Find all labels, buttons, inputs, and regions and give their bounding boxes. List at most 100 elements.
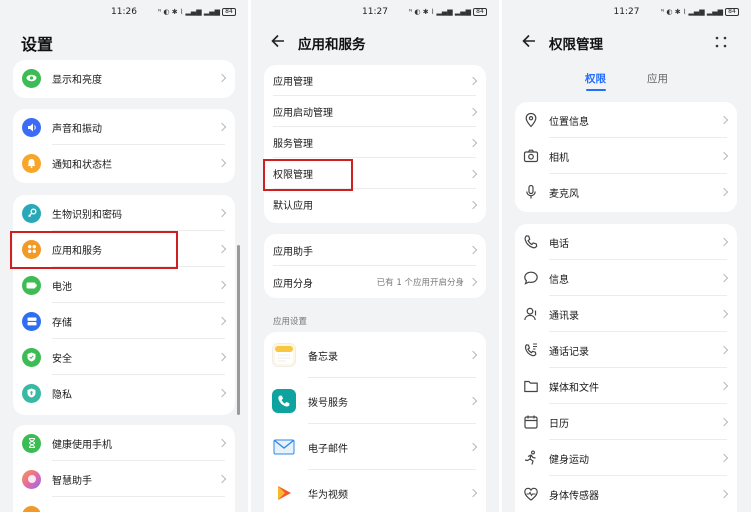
menu-item-default-apps[interactable]: 默认应用 (264, 189, 486, 220)
chevron-right-icon (217, 73, 227, 83)
permission-item-body-sensors[interactable]: 身体传感器 (515, 476, 737, 512)
back-arrow-icon[interactable] (522, 34, 536, 48)
permission-card-primary: 位置信息 相机 麦克风 (515, 102, 737, 212)
permission-item-location[interactable]: 位置信息 (515, 102, 737, 138)
settings-item-storage[interactable]: 存储 (13, 303, 235, 339)
chevron-right-icon (719, 345, 729, 355)
video-app-icon (272, 481, 296, 505)
permission-card-secondary: 电话 信息 通讯录 通话记录 媒体和文件 日历 健身运动 身体传感器 (515, 224, 737, 512)
chevron-right-icon (217, 122, 227, 132)
app-item-label: 备忘录 (308, 351, 338, 363)
settings-item-smart-assistant[interactable]: 智慧助手 (13, 461, 235, 497)
chevron-right-icon (468, 107, 478, 116)
permission-item-microphone[interactable]: 麦克风 (515, 174, 737, 210)
location-icon (525, 112, 537, 128)
settings-item-label: 隐私 (52, 389, 72, 401)
chevron-right-icon (719, 309, 729, 319)
permission-item-contacts[interactable]: 通讯录 (515, 296, 737, 332)
permission-item-label: 健身运动 (549, 454, 589, 466)
battery-icon (22, 275, 41, 295)
chevron-right-icon (719, 151, 729, 161)
apps-card-management: 应用管理 应用启动管理 服务管理 权限管理 默认应用 (264, 65, 486, 223)
page-title: 应用和服务 (298, 37, 366, 53)
menu-item-app-management[interactable]: 应用管理 (264, 65, 486, 96)
permission-item-phone[interactable]: 电话 (515, 224, 737, 260)
chevron-right-icon (468, 396, 478, 406)
settings-screen: 11:26 ᴺ ◐ ✱ ⌇ ▂▄▆ ▂▄▆ 84 设置 显示和亮度 声音和振动 (0, 0, 248, 512)
settings-card-system: 生物识别和密码 应用和服务 电池 存储 安全 隐私 (13, 195, 235, 415)
phone-icon (524, 235, 538, 249)
settings-item-display[interactable]: 显示和亮度 (13, 60, 235, 96)
menu-item-label: 应用管理 (273, 77, 313, 88)
settings-item-apps-services[interactable]: 应用和服务 (13, 231, 235, 267)
menu-item-app-assistant[interactable]: 应用助手 (264, 234, 486, 266)
eye-icon (22, 68, 41, 88)
chevron-right-icon (217, 438, 227, 448)
message-icon (524, 271, 538, 285)
key-icon (22, 203, 41, 223)
menu-item-service-management[interactable]: 服务管理 (264, 127, 486, 158)
permission-item-label: 相机 (549, 152, 569, 164)
app-item-notes[interactable]: 备忘录 (264, 332, 486, 378)
settings-item-label: 应用和服务 (52, 245, 102, 257)
permission-item-label: 麦克风 (549, 188, 579, 200)
chevron-right-icon (468, 488, 478, 498)
chevron-right-icon (719, 115, 729, 125)
partial-item-icon (22, 505, 41, 512)
app-item-dialer[interactable]: 拨号服务 (264, 378, 486, 424)
permission-item-label: 通讯录 (549, 310, 579, 322)
settings-item-label: 通知和状态栏 (52, 159, 112, 171)
status-time: 11:26 (111, 7, 137, 17)
battery-indicator: 84 (473, 8, 487, 16)
settings-item-label: 显示和亮度 (52, 74, 102, 86)
permission-item-fitness[interactable]: 健身运动 (515, 440, 737, 476)
more-options-icon[interactable] (715, 36, 727, 48)
permission-item-label: 位置信息 (549, 116, 589, 128)
back-arrow-icon[interactable] (271, 34, 285, 48)
settings-item-notifications[interactable]: 通知和状态栏 (13, 145, 235, 181)
chevron-right-icon (468, 277, 478, 287)
menu-item-app-launch[interactable]: 应用启动管理 (264, 96, 486, 127)
settings-item-security[interactable]: 安全 (13, 339, 235, 375)
permission-item-media-files[interactable]: 媒体和文件 (515, 368, 737, 404)
chevron-right-icon (217, 244, 227, 254)
chevron-right-icon (719, 381, 729, 391)
tab-permissions[interactable]: 权限 (585, 71, 606, 86)
permission-item-call-log[interactable]: 通话记录 (515, 332, 737, 368)
chevron-right-icon (217, 280, 227, 290)
settings-item-privacy[interactable]: 隐私 (13, 375, 235, 411)
permission-item-label: 媒体和文件 (549, 382, 599, 394)
settings-item-label: 健康使用手机 (52, 439, 112, 451)
chevron-right-icon (719, 489, 729, 499)
chevron-right-icon (719, 417, 729, 427)
settings-item-digital-balance[interactable]: 健康使用手机 (13, 425, 235, 461)
menu-item-permission-management[interactable]: 权限管理 (264, 158, 486, 189)
permission-item-messages[interactable]: 信息 (515, 260, 737, 296)
status-time: 11:27 (613, 7, 640, 17)
menu-item-label: 应用分身 (273, 278, 313, 290)
menu-item-label: 应用启动管理 (273, 108, 333, 119)
settings-item-partial[interactable] (13, 497, 235, 512)
settings-item-biometrics[interactable]: 生物识别和密码 (13, 195, 235, 231)
camera-icon (523, 149, 539, 163)
chevron-right-icon (719, 453, 729, 463)
settings-item-sound[interactable]: 声音和振动 (13, 109, 235, 145)
chevron-right-icon (468, 200, 478, 209)
permission-item-calendar[interactable]: 日历 (515, 404, 737, 440)
settings-card-health: 健康使用手机 智慧助手 (13, 425, 235, 512)
chevron-right-icon (217, 316, 227, 326)
settings-item-battery[interactable]: 电池 (13, 267, 235, 303)
hourglass-icon (22, 433, 41, 453)
app-item-huawei-video[interactable]: 华为视频 (264, 470, 486, 512)
permission-item-camera[interactable]: 相机 (515, 138, 737, 174)
settings-item-label: 安全 (52, 353, 72, 365)
calendar-icon (524, 415, 538, 429)
permission-item-label: 电话 (549, 238, 569, 250)
chevron-right-icon (217, 474, 227, 484)
tab-apps[interactable]: 应用 (647, 71, 668, 86)
menu-item-app-clone[interactable]: 应用分身 已有 1 个应用开启分身 (264, 266, 486, 298)
apps-icon (22, 239, 41, 259)
app-item-email[interactable]: 电子邮件 (264, 424, 486, 470)
scrollbar[interactable] (237, 245, 240, 415)
storage-icon (22, 311, 41, 331)
